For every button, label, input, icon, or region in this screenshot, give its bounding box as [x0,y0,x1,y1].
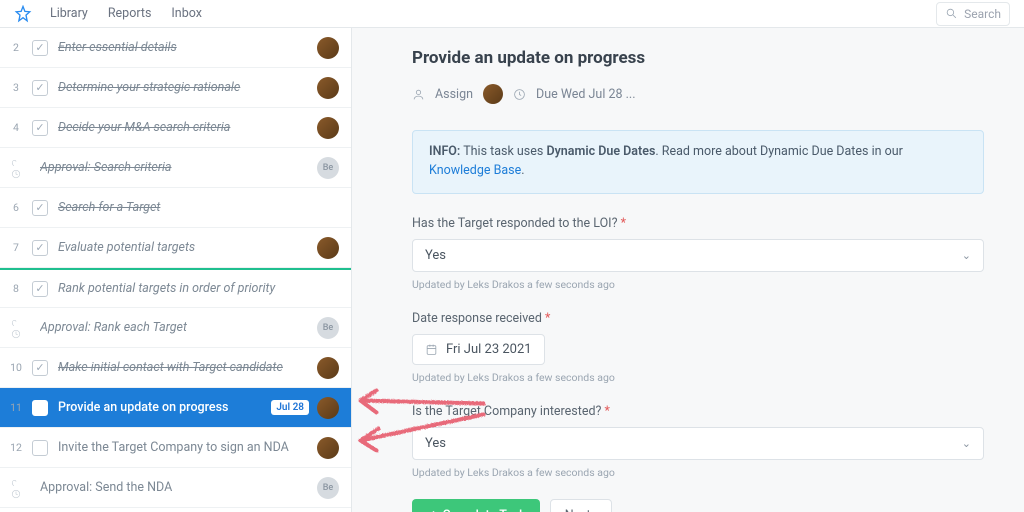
task-row[interactable]: Approval: Send the NDABe [0,468,351,508]
task-number [0,317,32,339]
task-number: 8 [0,282,32,295]
task-avatar[interactable] [317,77,339,99]
task-checkbox[interactable] [32,281,48,297]
task-label: Search for a Target [58,200,317,215]
task-label: Make initial contact with Target candida… [58,360,317,375]
task-avatar[interactable] [317,237,339,259]
task-label: Approval: Rank each Target [40,320,317,335]
task-label: Decide your M&A search criteria [58,120,317,135]
person-icon [412,88,425,101]
task-row[interactable]: 2 Enter essential details [0,28,351,68]
search-icon [945,7,958,20]
task-avatar[interactable] [317,117,339,139]
task-row[interactable]: 3 Determine your strategic rationale [0,68,351,108]
task-avatar[interactable]: Be [317,317,339,339]
task-row[interactable]: Approval: Search criteriaBe [0,148,351,188]
task-number [0,477,32,499]
search-input[interactable]: Search [936,2,1010,26]
task-row[interactable]: Approval: Rank each TargetBe [0,308,351,348]
chevron-down-icon: ⌄ [962,249,971,262]
field-label-q2: Date response received * [412,311,984,326]
next-button[interactable]: Next › [550,499,613,512]
info-banner: INFO: This task uses Dynamic Due Dates. … [412,130,984,194]
task-row[interactable]: 7 Evaluate potential targets [0,228,351,268]
complete-button[interactable]: ✓ Complete Task [412,499,540,512]
field-label-q3: Is the Target Company interested? * [412,404,984,419]
task-label: Enter essential details [58,40,317,55]
task-checkbox[interactable] [32,400,48,416]
task-avatar[interactable]: Be [317,157,339,179]
task-number: 6 [0,201,32,214]
assign-label[interactable]: Assign [435,87,473,102]
task-label: Evaluate potential targets [58,240,317,255]
task-row[interactable]: 11 Provide an update on progressJul 28 [0,388,351,428]
chevron-down-icon: ⌄ [962,437,971,450]
check-icon: ✓ [426,507,436,512]
logo-icon[interactable] [14,5,32,23]
task-checkbox[interactable] [32,120,48,136]
task-row[interactable]: 10 Make initial contact with Target candi… [0,348,351,388]
task-avatar[interactable]: Be [317,477,339,499]
task-number: 2 [0,41,32,54]
task-avatar[interactable] [317,37,339,59]
due-label[interactable]: Due Wed Jul 28 ... [536,87,635,102]
nav-library[interactable]: Library [50,6,88,21]
task-number [0,157,32,179]
task-checkbox[interactable] [32,80,48,96]
task-number: 12 [0,441,32,454]
task-avatar[interactable] [317,357,339,379]
task-row[interactable]: 8 Rank potential targets in order of prio… [0,268,351,308]
date-input[interactable]: Fri Jul 23 2021 [412,334,545,365]
task-checkbox[interactable] [32,240,48,256]
task-label: Invite the Target Company to sign an NDA [58,440,317,455]
field-label-q1: Has the Target responded to the LOI? * [412,216,984,231]
task-label: Approval: Search criteria [40,160,317,175]
kb-link[interactable]: Knowledge Base [429,163,521,178]
assignee-avatar[interactable] [483,84,503,104]
task-avatar[interactable] [317,437,339,459]
select-q3[interactable]: Yes ⌄ [412,427,984,460]
nav-reports[interactable]: Reports [108,6,152,21]
calendar-icon [425,343,438,356]
task-number: 11 [0,401,32,414]
task-row[interactable]: 12 Invite the Target Company to sign an N… [0,428,351,468]
task-checkbox[interactable] [32,200,48,216]
task-number: 4 [0,121,32,134]
updated-q1: Updated by Leks Drakos a few seconds ago [412,278,984,291]
updated-q3: Updated by Leks Drakos a few seconds ago [412,466,984,479]
updated-q2: Updated by Leks Drakos a few seconds ago [412,371,984,384]
task-label: Provide an update on progress [58,400,271,415]
task-title: Provide an update on progress [412,48,984,68]
task-number: 7 [0,241,32,254]
select-q1[interactable]: Yes ⌄ [412,239,984,272]
due-badge: Jul 28 [271,400,309,415]
task-avatar[interactable] [317,397,339,419]
nav-inbox[interactable]: Inbox [171,6,202,21]
task-number: 3 [0,81,32,94]
task-label: Approval: Send the NDA [40,480,317,495]
task-checkbox[interactable] [32,40,48,56]
clock-icon [513,88,526,101]
task-checkbox[interactable] [32,440,48,456]
task-label: Determine your strategic rationale [58,80,317,95]
task-checkbox[interactable] [32,360,48,376]
task-label: Rank potential targets in order of prior… [58,281,317,296]
task-row[interactable]: 6 Search for a Target [0,188,351,228]
task-number: 10 [0,361,32,374]
task-row[interactable]: 4 Decide your M&A search criteria [0,108,351,148]
